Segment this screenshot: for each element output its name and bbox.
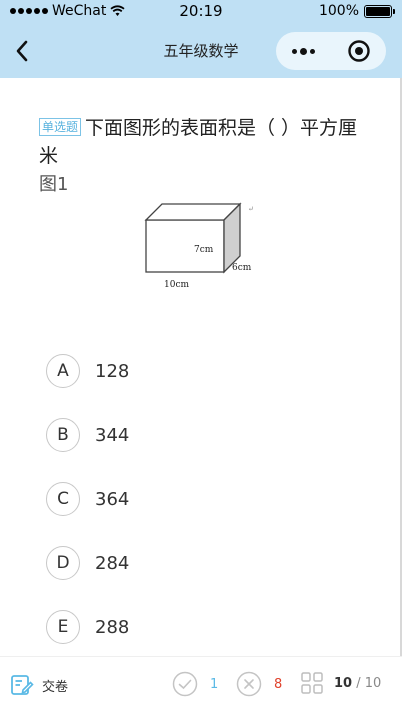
progress-current: 10 bbox=[334, 675, 353, 691]
status-bar: WeChat 20:19 100% bbox=[0, 0, 402, 24]
answer-sheet-button[interactable]: 10 / 10 bbox=[300, 671, 381, 695]
cuboid-figure: 7cm 6cm 10cm ↵ bbox=[124, 194, 274, 300]
depth-label: 6cm bbox=[232, 263, 252, 273]
check-circle-icon bbox=[172, 671, 198, 697]
more-button[interactable] bbox=[276, 32, 331, 70]
option-value: 128 bbox=[95, 360, 130, 382]
correct-count: 1 bbox=[210, 676, 219, 692]
option-d[interactable]: D 284 bbox=[46, 546, 346, 580]
option-value: 284 bbox=[95, 552, 130, 574]
target-close-icon bbox=[347, 40, 370, 62]
nav-bar: 五年级数学 bbox=[0, 24, 402, 78]
return-mark: ↵ bbox=[248, 205, 254, 213]
battery-icon bbox=[364, 4, 395, 18]
option-b[interactable]: B 344 bbox=[46, 418, 346, 452]
option-letter: C bbox=[46, 482, 80, 516]
progress-total: 10 bbox=[364, 675, 382, 691]
progress-separator: / bbox=[352, 675, 365, 691]
battery-percent: 100% bbox=[318, 3, 359, 19]
option-letter: D bbox=[46, 546, 80, 580]
option-e[interactable]: E 288 bbox=[46, 610, 346, 644]
correct-count-button[interactable]: 1 bbox=[172, 671, 218, 697]
wrong-count: 8 bbox=[274, 676, 283, 692]
status-right: 100% bbox=[318, 3, 395, 19]
figure-label: 图1 bbox=[39, 174, 69, 195]
menu-capsule bbox=[276, 32, 386, 70]
option-letter: B bbox=[46, 418, 80, 452]
wrong-count-button[interactable]: 8 bbox=[236, 671, 282, 697]
cuboid-diagram: 7cm 6cm 10cm ↵ bbox=[144, 202, 254, 290]
close-miniprogram-button[interactable] bbox=[331, 32, 386, 70]
option-value: 288 bbox=[95, 616, 130, 638]
option-letter: E bbox=[46, 610, 80, 644]
bottom-toolbar: 交卷 1 8 10 / 10 bbox=[0, 656, 402, 711]
question-text: 下面图形的表面积是（ ）平方厘米 bbox=[39, 117, 358, 167]
height-label: 7cm bbox=[194, 245, 214, 255]
grid-icon bbox=[301, 672, 323, 694]
option-value: 364 bbox=[95, 488, 130, 510]
option-value: 344 bbox=[95, 424, 130, 446]
length-label: 10cm bbox=[164, 280, 189, 290]
progress-indicator: 10 / 10 bbox=[334, 676, 381, 691]
submit-paper-button[interactable]: 交卷 bbox=[10, 673, 68, 697]
option-letter: A bbox=[46, 354, 80, 388]
cross-circle-icon bbox=[236, 671, 262, 697]
edit-document-icon bbox=[11, 675, 34, 695]
option-a[interactable]: A 128 bbox=[46, 354, 346, 388]
question-area: 单选题 下面图形的表面积是（ ）平方厘米 图1 7cm 6cm 10cm ↵ A … bbox=[0, 78, 402, 656]
submit-label: 交卷 bbox=[42, 679, 69, 695]
question-stem: 单选题 下面图形的表面积是（ ）平方厘米 bbox=[39, 114, 369, 170]
option-c[interactable]: C 364 bbox=[46, 482, 346, 516]
question-type-badge: 单选题 bbox=[39, 118, 82, 136]
